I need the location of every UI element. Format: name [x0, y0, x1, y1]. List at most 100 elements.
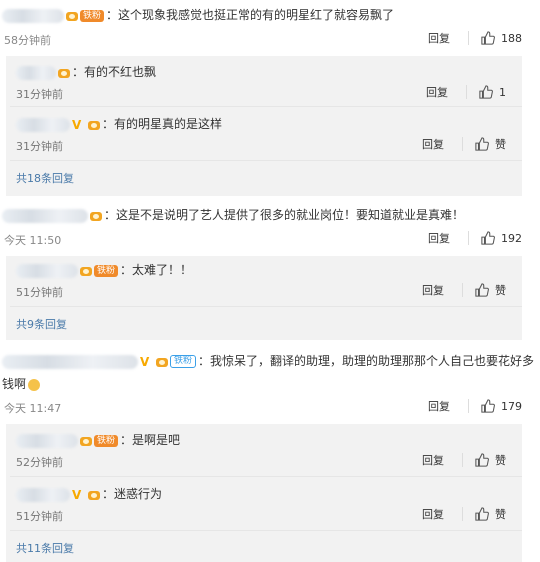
comment-text: 钱啊 — [2, 377, 27, 391]
divider — [10, 106, 522, 107]
timestamp: 今天 11:50 — [4, 234, 62, 247]
comment-1-meta: 58分钟前 回复 188 — [0, 30, 540, 48]
comment-1-content: 铁粉 ：这个现象我感觉也挺正常的有的明星红了就容易飘了 — [2, 7, 394, 23]
comment-actions: 回复 192 — [428, 230, 522, 246]
crown-icon — [89, 210, 103, 222]
like-button[interactable]: 179 — [481, 399, 522, 413]
fan-badge: 铁粉 — [94, 434, 119, 447]
subreply-box: ：有的不红也飘 31分钟前 回复 1 V ：有的明星真的是这样 31分钟前 回复 … — [6, 56, 522, 196]
subreply-actions: 回复 赞 — [422, 282, 506, 298]
timestamp: 51分钟前 — [16, 286, 63, 299]
username-redacted[interactable] — [16, 433, 78, 448]
like-count: 1 — [499, 85, 506, 99]
fan-badge: 铁粉 — [94, 264, 119, 277]
comment-3-content-line-1: V 铁粉 ：我惊呆了，翻译的助理，助理的助理那那个人自己也要花好多 — [2, 353, 534, 369]
reply-button[interactable]: 回复 — [428, 398, 450, 414]
comment-2-meta: 今天 11:50 回复 192 — [0, 230, 540, 248]
subreply-box: 铁粉 ：是啊是吧 52分钟前 回复 赞 V ：迷惑行为 51分钟前 回复 赞 共11… — [6, 424, 522, 562]
username-redacted[interactable] — [16, 487, 70, 502]
more-replies-link[interactable]: 共18条回复 — [16, 170, 74, 186]
username-redacted[interactable] — [16, 263, 78, 278]
like-label: 赞 — [495, 508, 506, 521]
reply-button[interactable]: 回复 — [428, 30, 450, 46]
divider — [462, 283, 463, 297]
comment-2-content: ：这是不是说明了艺人提供了很多的就业岗位！要知道就业是真难！ — [2, 207, 464, 223]
crown-icon — [79, 435, 93, 447]
subreply-text: ：是啊是吧 — [120, 433, 181, 447]
comment-3-line: V 铁粉 ：我惊呆了，翻译的助理，助理的助理那那个人自己也要花好多 钱啊 — [0, 352, 540, 392]
thumbs-up-icon — [475, 507, 489, 521]
thumbs-up-icon — [481, 399, 495, 413]
subreply-2-content: V ：迷惑行为 — [16, 486, 162, 502]
divider — [10, 160, 522, 161]
username-redacted[interactable] — [2, 208, 88, 223]
like-count: 188 — [501, 31, 522, 45]
divider — [10, 306, 522, 307]
subreply-text: ：有的不红也飘 — [72, 65, 157, 79]
reply-button[interactable]: 回复 — [428, 230, 450, 246]
username-redacted[interactable] — [16, 65, 56, 80]
like-button[interactable]: 赞 — [475, 282, 506, 298]
thumbs-up-icon — [481, 31, 495, 45]
divider — [10, 476, 522, 477]
verified-v-icon: V — [72, 487, 82, 502]
subreply-1-content: ：有的不红也飘 — [16, 64, 156, 80]
like-button[interactable]: 1 — [479, 85, 506, 99]
divider — [10, 530, 522, 531]
comment-3-content-line-2: 钱啊 — [2, 376, 41, 392]
like-button[interactable]: 188 — [481, 31, 522, 45]
username-redacted[interactable] — [2, 354, 138, 369]
crown-icon — [65, 10, 79, 22]
divider — [468, 231, 469, 245]
reply-button[interactable]: 回复 — [422, 506, 444, 522]
username-redacted[interactable] — [2, 8, 64, 23]
subreply-actions: 回复 1 — [426, 84, 506, 100]
like-button[interactable]: 192 — [481, 231, 522, 245]
like-button[interactable]: 赞 — [475, 506, 506, 522]
like-label: 赞 — [495, 454, 506, 467]
like-button[interactable]: 赞 — [475, 452, 506, 468]
like-count: 179 — [501, 399, 522, 413]
subreply-box: 铁粉 ：太难了！！ 51分钟前 回复 赞 共9条回复 — [6, 256, 522, 340]
comment-text: ：我惊呆了，翻译的助理，助理的助理那那个人自己也要花好多 — [198, 354, 535, 368]
timestamp: 58分钟前 — [4, 34, 51, 47]
username-redacted[interactable] — [16, 117, 70, 132]
verified-v-icon: V — [140, 354, 150, 369]
comment-2-line: ：这是不是说明了艺人提供了很多的就业岗位！要知道就业是真难！ — [0, 206, 540, 224]
verified-v-icon: V — [72, 117, 82, 132]
thumbs-up-icon — [475, 283, 489, 297]
thumbs-up-icon — [479, 85, 493, 99]
subreply-actions: 回复 赞 — [422, 136, 506, 152]
subreply-text: ：太难了！！ — [120, 263, 193, 277]
subreply-text: ：迷惑行为 — [102, 487, 163, 501]
crown-icon — [79, 265, 93, 277]
comment-text: ：这个现象我感觉也挺正常的有的明星红了就容易飘了 — [106, 8, 395, 22]
reply-button[interactable]: 回复 — [426, 84, 448, 100]
like-label: 赞 — [495, 138, 506, 151]
fan-badge: 铁粉 — [80, 9, 105, 22]
subreply-text: ：有的明星真的是这样 — [102, 117, 223, 131]
divider — [468, 399, 469, 413]
timestamp: 31分钟前 — [16, 140, 63, 153]
like-button[interactable]: 赞 — [475, 136, 506, 152]
crown-icon — [87, 119, 101, 131]
comment-1-line: 铁粉 ：这个现象我感觉也挺正常的有的明星红了就容易飘了 — [0, 6, 540, 24]
divider — [462, 137, 463, 151]
subreply-actions: 回复 赞 — [422, 506, 506, 522]
reply-button[interactable]: 回复 — [422, 452, 444, 468]
fan-badge: 铁粉 — [170, 355, 197, 368]
thumbs-up-icon — [481, 231, 495, 245]
comment-text: ：这是不是说明了艺人提供了很多的就业岗位！要知道就业是真难！ — [104, 208, 465, 222]
divider — [462, 453, 463, 467]
reply-button[interactable]: 回复 — [422, 282, 444, 298]
divider — [466, 85, 467, 99]
thumbs-up-icon — [475, 453, 489, 467]
subreply-1-content: 铁粉 ：是啊是吧 — [16, 432, 180, 448]
subreply-2-content: V ：有的明星真的是这样 — [16, 116, 222, 132]
more-replies-link[interactable]: 共9条回复 — [16, 316, 67, 332]
like-label: 赞 — [495, 284, 506, 297]
crown-icon — [87, 489, 101, 501]
timestamp: 51分钟前 — [16, 510, 63, 523]
reply-button[interactable]: 回复 — [422, 136, 444, 152]
more-replies-link[interactable]: 共11条回复 — [16, 540, 74, 556]
